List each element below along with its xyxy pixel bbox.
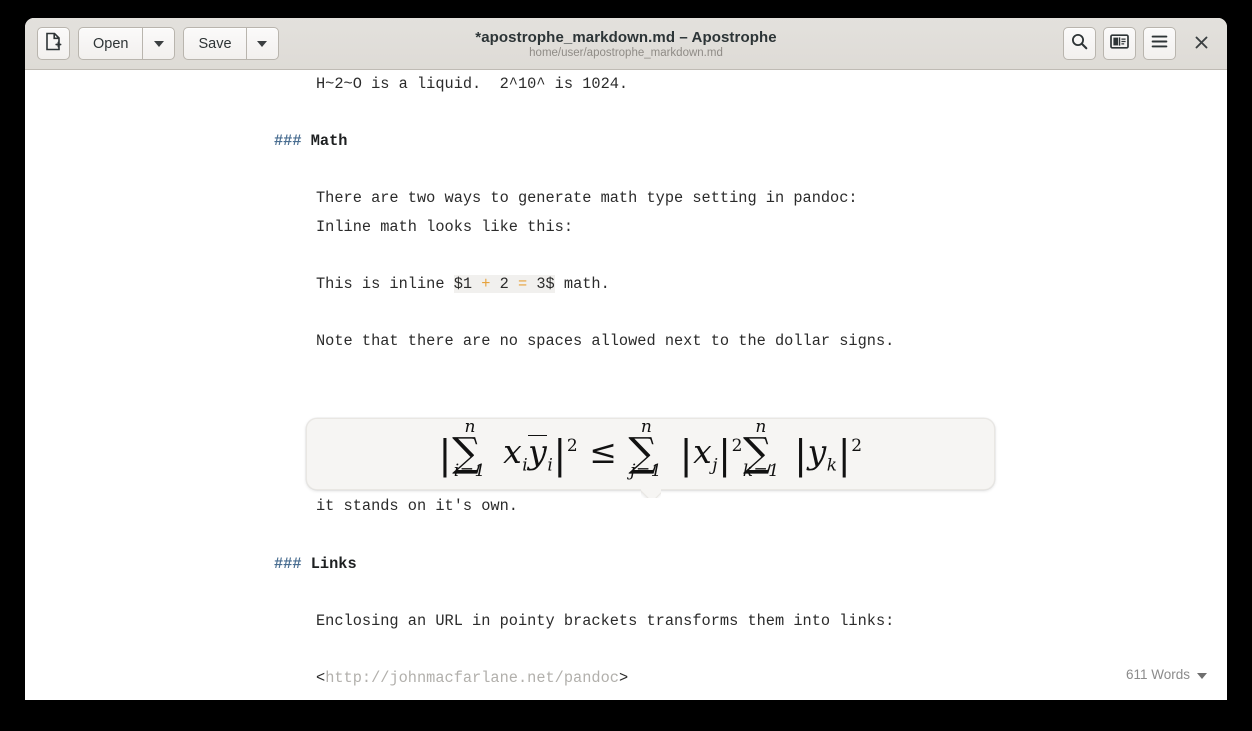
summation-2: ∑ j=1 n — [628, 419, 661, 480]
chevron-down-icon — [257, 40, 268, 47]
close-icon — [1195, 34, 1208, 54]
heading-hash-marks: ### — [274, 132, 302, 151]
inline-math-equals-operator: = — [517, 275, 528, 294]
open-button-group: Open — [78, 27, 176, 60]
rendered-equation: |∑ i=1 n xiyi|2 ≤ ∑ j=1 n |xj|2∑ k=1 n |yk|2 — [438, 419, 863, 480]
main-menu-button[interactable] — [1143, 27, 1176, 60]
variable-x-i: x — [503, 432, 523, 471]
new-document-icon — [45, 32, 62, 55]
hamburger-menu-icon — [1151, 34, 1168, 53]
search-button[interactable] — [1063, 27, 1096, 60]
save-button-group: Save — [183, 27, 279, 60]
summation-1: ∑ i=1 n — [452, 419, 485, 480]
inline-math-code: $1 + 2 = 3$ — [453, 275, 555, 294]
heading-text: Math — [310, 132, 348, 151]
app-window: *apostrophe_markdown.md – Apostrophe hom… — [25, 18, 1227, 700]
word-count-widget[interactable]: 611 Words — [1123, 659, 1209, 692]
heading-links: ### Links — [25, 550, 1227, 579]
y-bar-overline: y — [528, 435, 548, 468]
text-line-inline-intro: Inline math looks like this: — [316, 217, 574, 236]
variable-y-bar: y — [528, 432, 548, 471]
text-line-no-spaces: Note that there are no spaces allowed ne… — [316, 332, 895, 351]
inline-math-close: 3$ — [527, 275, 555, 294]
sum-upper-limit: n — [755, 417, 767, 437]
angle-bracket-close: > — [618, 668, 629, 687]
text-line-subsup: H~2~O is a liquid. 2^10^ is 1024. — [316, 75, 629, 93]
save-button[interactable]: Save — [183, 27, 246, 60]
page-title: *apostrophe_markdown.md – Apostrophe — [475, 28, 777, 46]
leq-operator: ≤ — [589, 432, 618, 471]
variable-y-k: y — [807, 432, 827, 471]
summation-3: ∑ k=1 n — [743, 419, 779, 480]
headerbar-left-controls: Open Save — [37, 27, 279, 60]
sum-lower-limit: i=1 — [453, 461, 486, 481]
chevron-down-icon — [1197, 672, 1207, 679]
heading-math: ### Math — [25, 127, 1227, 156]
abs-bar-close: | — [553, 433, 567, 478]
sum-upper-limit: n — [464, 417, 476, 437]
document-body: H~2~O is a liquid. 2^10^ is 1024. ### Ma… — [25, 70, 1227, 692]
markdown-editor[interactable]: H~2~O is a liquid. 2^10^ is 1024. ### Ma… — [25, 70, 1227, 700]
variable-x-j: x — [693, 432, 713, 471]
abs-bar-open: | — [438, 433, 453, 478]
new-file-button[interactable] — [37, 27, 70, 60]
sum-upper-limit: n — [640, 417, 653, 437]
abs-bar-close: | — [717, 433, 732, 478]
text-line-inline-math: This is inline $1 + 2 = 3$ math. — [25, 270, 1227, 299]
open-button[interactable]: Open — [78, 27, 143, 60]
preview-button[interactable] — [1103, 27, 1136, 60]
exponent-2: 2 — [851, 436, 863, 456]
book-preview-icon — [1110, 33, 1129, 54]
popup-pointer-tail — [641, 488, 661, 498]
text-line-two-ways: There are two ways to generate math type… — [316, 189, 858, 208]
sum-lower-limit: k=1 — [742, 461, 780, 481]
chevron-down-icon — [153, 40, 164, 47]
abs-bar-open: | — [794, 433, 808, 478]
open-menu-button[interactable] — [142, 27, 176, 60]
sum-lower-limit: j=1 — [630, 461, 663, 481]
headerbar-right-controls — [1063, 27, 1215, 60]
inline-math-mid: 2 — [490, 275, 518, 294]
inline-math-prefix: This is inline — [316, 275, 454, 294]
search-icon — [1071, 33, 1088, 54]
text-line-links-intro: Enclosing an URL in pointy brackets tran… — [316, 611, 895, 630]
subscript-k: k — [826, 455, 838, 476]
word-count-label: 611 Words — [1125, 667, 1190, 683]
save-menu-button[interactable] — [245, 27, 279, 60]
text-line-url: <http://johnmacfarlane.net/pandoc> — [25, 664, 1227, 693]
close-window-button[interactable] — [1187, 30, 1215, 58]
url-link[interactable]: http://johnmacfarlane.net/pandoc — [325, 669, 619, 687]
abs-bar-open: | — [679, 433, 694, 478]
heading-text: Links — [310, 554, 357, 573]
inline-math-suffix: math. — [554, 275, 610, 294]
exponent-2: 2 — [731, 436, 743, 456]
math-preview-popup: |∑ i=1 n xiyi|2 ≤ ∑ j=1 n |xj|2∑ k=1 n |yk|2 — [306, 418, 995, 490]
inline-math-open: $1 — [453, 275, 482, 294]
angle-bracket-open: < — [316, 668, 326, 687]
window-subtitle-path: home/user/apostrophe_markdown.md — [529, 46, 723, 59]
abs-bar-close: | — [837, 433, 852, 478]
headerbar: *apostrophe_markdown.md – Apostrophe hom… — [25, 18, 1227, 70]
exponent-2: 2 — [566, 436, 579, 456]
text-line-equation-tail: it stands on it's own. — [316, 497, 518, 516]
heading-hash-marks: ### — [274, 554, 302, 573]
